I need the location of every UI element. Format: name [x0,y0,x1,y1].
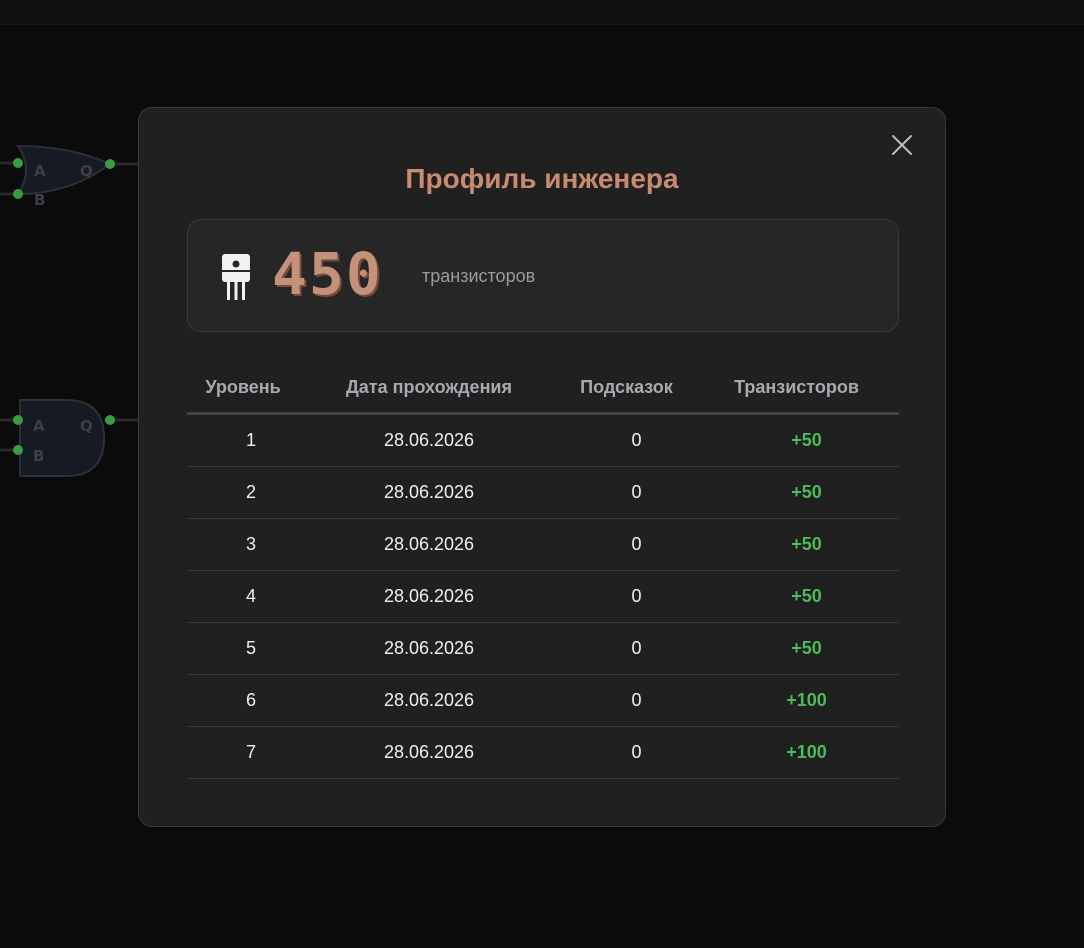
column-header-transistors: Транзисторов [694,362,899,415]
level-cell: 5 [187,622,299,675]
date-cell: 28.06.2026 [299,726,559,779]
input-pin[interactable] [13,189,23,199]
balance-card: 450 транзисторов [187,219,899,332]
date-cell: 28.06.2026 [299,674,559,727]
level-cell: 1 [187,413,299,467]
hints-cell: 0 [559,466,694,519]
column-header-hints: Подсказок [559,362,694,415]
reward-cell: +50 [694,570,899,623]
date-cell: 28.06.2026 [299,622,559,675]
table-row: 2 28.06.2026 0 +50 [187,466,899,519]
level-cell: 6 [187,674,299,727]
output-pin[interactable] [105,159,115,169]
close-button[interactable] [891,134,913,156]
hints-cell: 0 [559,726,694,779]
date-cell: 28.06.2026 [299,413,559,467]
gate-input-b-label: B [33,447,44,465]
hints-cell: 0 [559,518,694,571]
table-row: 6 28.06.2026 0 +100 [187,674,899,727]
or-gate[interactable]: A B Q [0,144,140,209]
modal-title: Профиль инженера [405,163,679,194]
date-cell: 28.06.2026 [299,466,559,519]
gate-output-label: Q [80,162,93,180]
column-header-level: Уровень [187,362,299,415]
engineer-profile-modal: Профиль инженера 450 транзисторов Уровен… [138,107,946,827]
hints-cell: 0 [559,622,694,675]
hints-cell: 0 [559,570,694,623]
reward-cell: +50 [694,622,899,675]
table-row: 7 28.06.2026 0 +100 [187,726,899,779]
level-cell: 3 [187,518,299,571]
reward-cell: +50 [694,466,899,519]
table-row: 3 28.06.2026 0 +50 [187,518,899,571]
hints-cell: 0 [559,674,694,727]
transistor-icon [222,254,250,300]
hints-cell: 0 [559,413,694,467]
table-row: 4 28.06.2026 0 +50 [187,570,899,623]
gate-input-a-label: A [33,417,45,435]
table-header-row: Уровень Дата прохождения Подсказок Транз… [187,362,899,415]
table-row: 1 28.06.2026 0 +50 [187,413,899,467]
reward-cell: +50 [694,518,899,571]
gate-input-b-label: B [34,191,45,209]
date-cell: 28.06.2026 [299,570,559,623]
level-cell: 2 [187,466,299,519]
balance-unit: транзисторов [422,266,536,286]
input-pin[interactable] [13,158,23,168]
table-row: 5 28.06.2026 0 +50 [187,622,899,675]
gate-output-label: Q [80,417,93,435]
close-icon[interactable] [891,134,913,156]
balance-value: 450 [272,240,383,308]
input-pin[interactable] [13,415,23,425]
column-header-date: Дата прохождения [299,362,559,415]
input-pin[interactable] [13,445,23,455]
level-cell: 7 [187,726,299,779]
levels-table: Уровень Дата прохождения Подсказок Транз… [187,362,899,779]
and-gate[interactable]: A B Q [0,399,140,477]
reward-cell: +50 [694,413,899,467]
date-cell: 28.06.2026 [299,518,559,571]
reward-cell: +100 [694,726,899,779]
level-cell: 4 [187,570,299,623]
gate-input-a-label: A [34,162,46,180]
reward-cell: +100 [694,674,899,727]
output-pin[interactable] [105,415,115,425]
